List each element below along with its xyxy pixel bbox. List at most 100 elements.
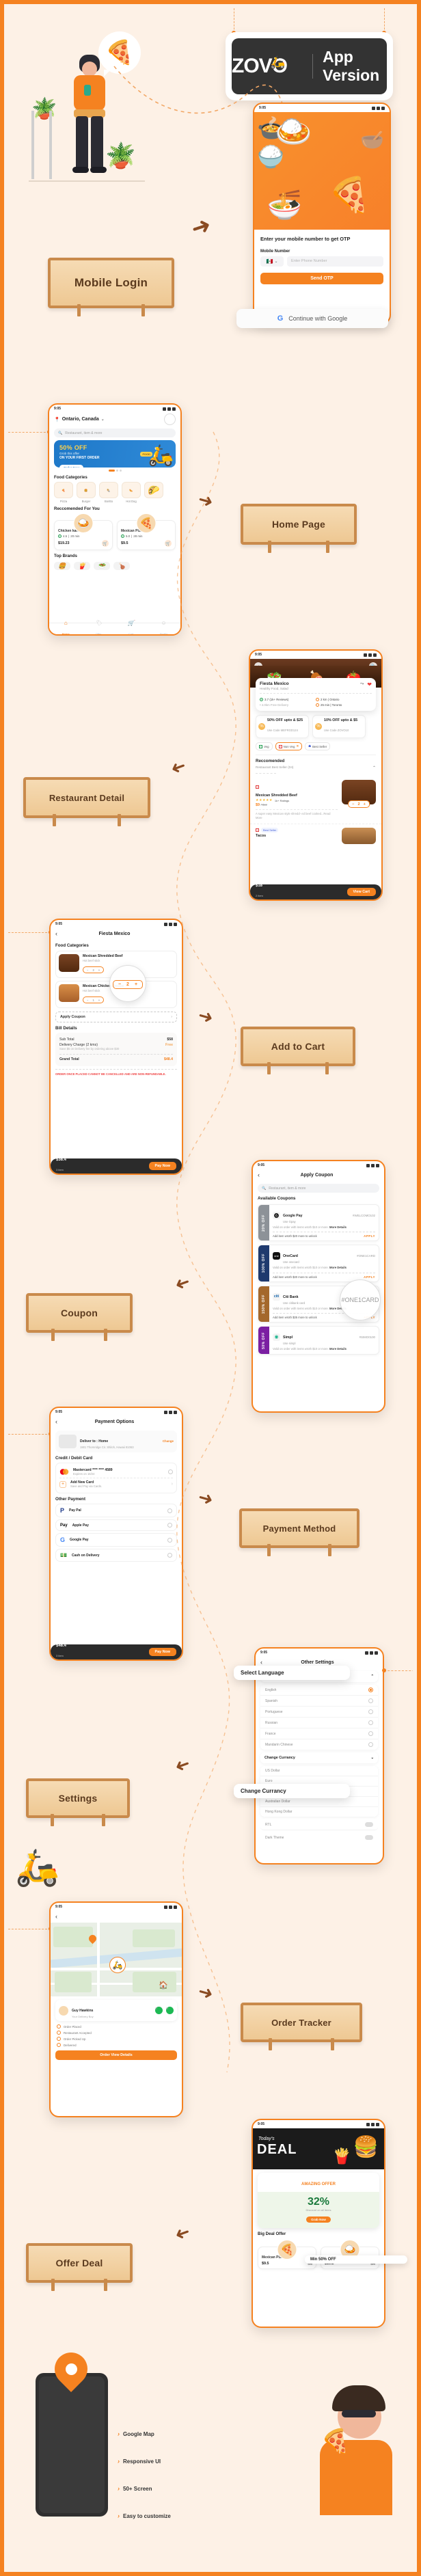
share-icon[interactable]: ⤳ [360, 681, 364, 687]
coupon-card[interactable]: % 10% OFF upto & $5 Use Code ZOVO10 [312, 715, 366, 738]
back-button[interactable]: ‹ [55, 1419, 57, 1425]
tab-cart[interactable]: 🛒 Cart [128, 620, 135, 635]
radio[interactable] [368, 1742, 373, 1747]
amazing-offer-card[interactable]: AMAZING OFFER 32% Discount on all items … [258, 2173, 379, 2228]
category-item[interactable]: 🍔 Burger [77, 482, 96, 503]
order-now-button[interactable]: Order Now [59, 465, 84, 467]
view-cart-button[interactable]: View Cart [347, 888, 376, 896]
language-option[interactable]: Mandarin Chinese [260, 1739, 378, 1750]
pay-now-button[interactable]: Pay Now [148, 1648, 176, 1656]
continue-with-google-button[interactable]: G Continue with Google [236, 309, 388, 328]
coupon-search-input[interactable]: 🔍 Restaurant, item & more [258, 1184, 379, 1193]
back-button[interactable]: ‹ [55, 1914, 57, 1920]
change-currency-header[interactable]: Change Currancy ⌄ [260, 1752, 378, 1763]
back-button[interactable]: ‹ [260, 1659, 262, 1666]
method-radio[interactable] [167, 1508, 172, 1513]
send-otp-button[interactable]: Send OTP [260, 272, 383, 284]
country-code-select[interactable]: 🇲🇽 ⌄ [260, 256, 284, 267]
language-option[interactable]: France [260, 1728, 378, 1739]
search-input[interactable]: 🔍 Restaurant, item & more [54, 429, 176, 437]
payment-method-row[interactable]: G Google Pay [55, 1533, 177, 1547]
radio[interactable] [368, 1709, 373, 1714]
change-address-button[interactable]: Change [163, 1439, 174, 1444]
language-option[interactable]: English [260, 1685, 378, 1696]
payment-method-row[interactable]: 💵 Cash on Delivery [55, 1549, 177, 1562]
radio[interactable] [368, 1698, 373, 1703]
back-button[interactable]: ‹ [55, 931, 57, 937]
chevron-down-icon[interactable]: ⌄ [101, 417, 105, 422]
currency-option[interactable]: US Dollar [260, 1766, 378, 1776]
filter-nonveg[interactable]: Non Veg ✕ [275, 742, 303, 750]
add-to-cart-icon[interactable]: 🛒 [165, 540, 172, 547]
category-item[interactable]: 🍕 Pizza [54, 482, 73, 503]
coupon-ticket[interactable]: 100% OFF one OneCard Use onecard #ONE1CAR… [258, 1245, 379, 1282]
recommended-card[interactable]: 🍛 Chicken karahi 4.5 | 20 min $19.23 🛒 [54, 513, 113, 550]
increment-button[interactable]: + [98, 968, 100, 972]
tab-offer[interactable]: 🏷 Offer [95, 620, 102, 635]
chevron-up-icon[interactable]: ⌃ [372, 765, 376, 770]
increment-button[interactable]: + [98, 999, 100, 1002]
brand-item[interactable]: 🥗 [94, 562, 110, 570]
order-view-details-button[interactable]: Order View Details [55, 2050, 177, 2060]
phone-input-wrap[interactable]: Enter Phone Number [287, 256, 383, 267]
brand-item[interactable]: 🍗 [113, 562, 130, 570]
quantity-stepper[interactable]: − 2 + [348, 800, 370, 808]
increment-button[interactable]: + [135, 982, 137, 987]
more-details-link[interactable]: More Details [329, 1347, 347, 1351]
brand-item[interactable]: 🍟 [74, 562, 90, 570]
category-item[interactable]: 🌯 Boritto [99, 482, 118, 503]
language-option[interactable]: Spanish [260, 1696, 378, 1707]
method-radio[interactable] [167, 1537, 172, 1543]
radio[interactable] [368, 1731, 373, 1736]
chat-icon[interactable]: ✉ [166, 2007, 174, 2014]
filter-veg[interactable]: Veg [256, 742, 273, 750]
category-item-partial[interactable]: 🌮 [144, 482, 163, 503]
toggle-switch[interactable] [365, 1822, 373, 1827]
add-new-card-row[interactable]: + Add New Card Save and Pay via Cards. › [59, 1478, 173, 1490]
carousel-dots[interactable] [49, 470, 180, 472]
toggle-switch[interactable] [365, 1835, 373, 1840]
dark-theme-row[interactable]: Dark Theme [260, 1832, 378, 1843]
apply-button[interactable]: APPLY [364, 1275, 375, 1279]
rtl-toggle-row[interactable]: RTL [260, 1819, 378, 1830]
decrement-button[interactable]: − [118, 982, 121, 987]
promo-banner[interactable]: 50% OFF Grob this offer ON YOUR FIRST OR… [54, 440, 176, 467]
grab-now-button[interactable]: Grab Now [306, 2216, 331, 2223]
category-item[interactable]: 🌭 Hot Dog [122, 482, 141, 503]
decrement-button[interactable]: − [352, 802, 354, 806]
more-details-link[interactable]: More Details [329, 1266, 347, 1269]
coupon-ticket[interactable]: 50% OFF ◉ Simpl Use simpl #SIMO0100 Valid… [258, 1325, 379, 1355]
currency-option[interactable]: Australian Dollar [260, 1797, 378, 1807]
delivery-map[interactable]: 🛵 🏠 [51, 1923, 182, 1996]
language-option[interactable]: Portuguese [260, 1707, 378, 1718]
coupon-card[interactable]: % 50% OFF upto & $25 Use Code MEFRGD124 [256, 715, 309, 738]
payment-method-row[interactable]: Pay Apple Pay [55, 1519, 177, 1532]
apply-button[interactable]: APPLY [364, 1234, 375, 1238]
filter-bestseller[interactable]: ☗ Best Seller [305, 742, 331, 750]
tab-profile[interactable]: ☺ Profile [160, 620, 167, 635]
pay-now-button[interactable]: Pay Now [148, 1162, 176, 1170]
phone-icon[interactable]: ✆ [155, 2007, 163, 2014]
saved-card-row[interactable]: Mastercard **** **** 4589 Expires on 16/… [59, 1466, 173, 1478]
recommended-card[interactable]: 🍕 Mexican Pizza 5.0 | 28 min $9.5 🛒 [117, 513, 176, 550]
heart-icon[interactable]: ❤ [367, 681, 372, 688]
method-radio[interactable] [167, 1553, 172, 1558]
currency-option[interactable]: Hong Kong Dollar [260, 1807, 378, 1817]
radio[interactable] [368, 1720, 373, 1725]
method-radio[interactable] [167, 1523, 172, 1528]
language-option[interactable]: Russian [260, 1718, 378, 1728]
radio-selected[interactable] [368, 1687, 373, 1692]
add-to-cart-icon[interactable]: 🛒 [102, 540, 109, 547]
increment-button[interactable]: + [364, 802, 366, 806]
decrement-button[interactable]: − [87, 999, 88, 1002]
card-radio[interactable] [168, 1469, 173, 1475]
coupon-ticket[interactable]: 20% OFF 🅖 Google Pay Use Gpay #WELCOMO102… [258, 1204, 379, 1242]
more-details-link[interactable]: More Details [329, 1225, 347, 1229]
quantity-stepper[interactable]: − 1 + [83, 996, 105, 1003]
back-button[interactable]: ‹ [258, 1172, 260, 1178]
tab-home[interactable]: ⌂ Home [62, 620, 70, 635]
brand-item[interactable]: 🍔 [54, 562, 70, 570]
quantity-stepper[interactable]: − 2 + [83, 966, 105, 973]
apply-coupon-row[interactable]: Apply Coupon › [55, 1012, 177, 1022]
avatar[interactable] [164, 413, 176, 425]
